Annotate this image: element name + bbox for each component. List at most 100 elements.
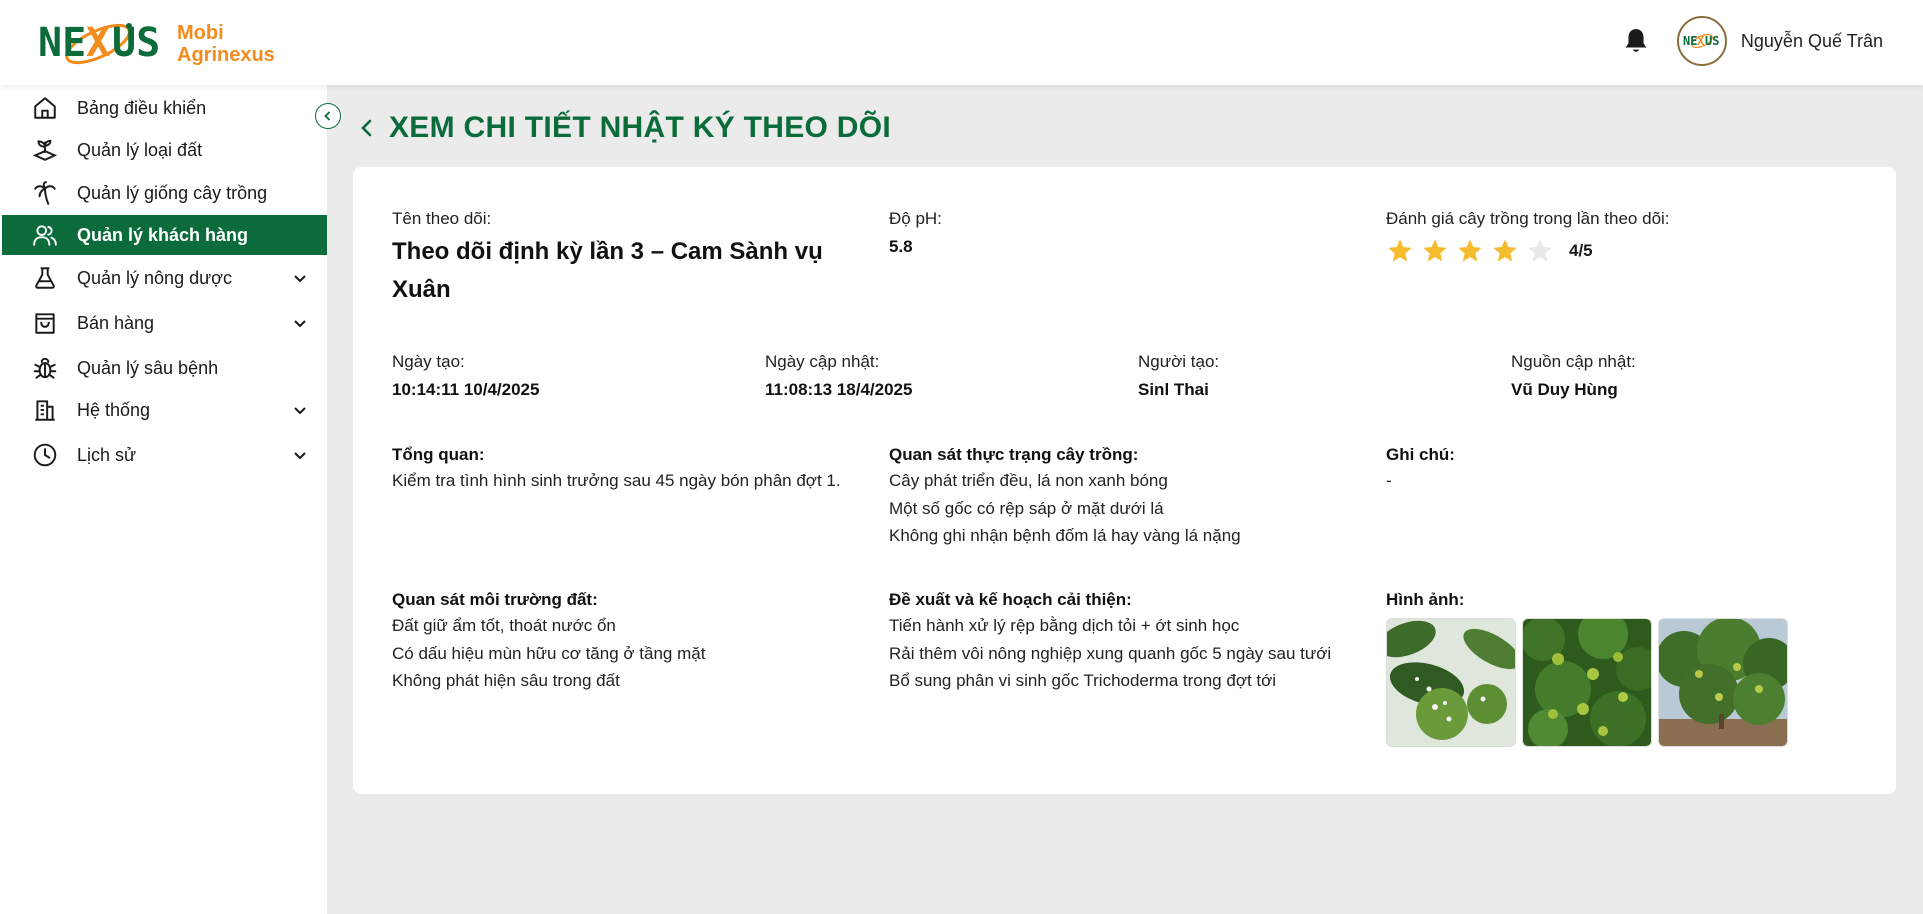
note-line: -: [1386, 471, 1392, 490]
page-title: XEM CHI TIẾT NHẬT KÝ THEO DÕI: [389, 111, 892, 144]
sidebar-item-label: Bán hàng: [77, 312, 155, 333]
chevron-down-icon: [294, 452, 306, 460]
palm-tree-icon: [34, 181, 56, 205]
overview-title: Tổng quan:: [392, 445, 485, 464]
soil-observation-line: Đất giữ ẩm tốt, thoát nước ổn: [392, 616, 616, 635]
improvement-plan-title: Đề xuất và kế hoạch cải thiện:: [889, 590, 1132, 609]
page-header: XEM CHI TIẾT NHẬT KÝ THEO DÕI: [357, 111, 891, 145]
sidebar-item-label: Hệ thống: [77, 399, 151, 420]
sidebar-item-label: Quản lý khách hàng: [77, 224, 249, 245]
users-icon: [33, 225, 57, 246]
sidebar-item-label: Quản lý nông dược: [77, 267, 232, 288]
creator-label: Người tạo:: [1138, 352, 1220, 371]
chevron-left-icon: [324, 111, 331, 121]
sidebar-item-system[interactable]: Hệ thống: [2, 390, 327, 430]
updater-field: Nguồn cập nhật: Vũ Duy Hùng: [1511, 350, 1636, 402]
soil-observation-line: Không phát hiện sâu trong đất: [392, 671, 620, 690]
created-date-value: 10:14:11 10/4/2025: [392, 380, 540, 399]
overview-section: Tổng quan: Kiểm tra tình hình sinh trưởn…: [392, 443, 872, 495]
creator-field: Người tạo: Sinl Thai: [1138, 350, 1219, 402]
back-arrow-icon[interactable]: [357, 118, 377, 138]
chevron-down-icon: [294, 320, 306, 328]
chevron-down-icon: [294, 407, 306, 415]
sidebar-item-sales[interactable]: Bán hàng: [2, 303, 327, 343]
crop-photo-thumbnail[interactable]: [1658, 618, 1788, 747]
note-title: Ghi chú:: [1386, 445, 1455, 464]
sidebar-item-customers[interactable]: Quản lý khách hàng: [2, 215, 327, 255]
bug-icon: [33, 357, 57, 379]
sidebar-item-label: Quản lý sâu bệnh: [77, 357, 219, 378]
crop-observation-line: Không ghi nhận bệnh đốm lá hay vàng lá n…: [889, 526, 1241, 545]
star-filled-icon: [1493, 239, 1517, 262]
star-filled-icon: [1423, 239, 1447, 262]
improvement-plan-line: Bổ sung phân vi sinh gốc Trichoderma tro…: [889, 671, 1277, 690]
updater-label: Nguồn cập nhật:: [1511, 352, 1636, 371]
ph-label: Độ pH:: [889, 209, 942, 228]
header-user-area: NE X US Nguyễn Quế Trân: [1623, 16, 1883, 66]
brand-name: Mobi Agrinexus: [177, 22, 275, 66]
sidebar-item-history[interactable]: Lịch sử: [2, 435, 327, 475]
sidebar-item-label: Quản lý loại đất: [77, 139, 203, 160]
crop-observation-line: Cây phát triển đều, lá non xanh bóng: [889, 471, 1168, 490]
overview-line: Kiểm tra tình hình sinh trưởng sau 45 ng…: [392, 471, 841, 490]
building-icon: [35, 400, 55, 421]
brand-name-line1: Mobi: [177, 22, 224, 44]
images-section: Hình ảnh:: [1386, 588, 1806, 747]
rating-field: Đánh giá cây trồng trong lần theo dõi: 4…: [1386, 207, 1670, 265]
svg-text:X: X: [1697, 34, 1705, 48]
crop-photo-thumbnail[interactable]: [1522, 618, 1652, 747]
detail-card: Tên theo dõi: Theo dõi định kỳ lần 3 – C…: [353, 167, 1896, 794]
updated-date-value: 11:08:13 18/4/2025: [765, 380, 913, 399]
soil-observation-line: Có dấu hiệu mùn hữu cơ tăng ở tầng mặt: [392, 643, 706, 663]
improvement-plan-line: Tiến hành xử lý rệp bằng dịch tỏi + ớt s…: [889, 616, 1240, 635]
nexus-logo-icon: NE X US: [38, 20, 160, 66]
sidebar-item-pesticides[interactable]: Quản lý nông dược: [2, 258, 327, 298]
avatar[interactable]: NE X US: [1676, 16, 1727, 66]
creator-value: Sinl Thai: [1138, 380, 1209, 399]
updater-value: Vũ Duy Hùng: [1511, 380, 1618, 399]
crop-observation-line: Một số gốc có rệp sáp ở mặt dưới lá: [889, 498, 1164, 518]
svg-text:X: X: [86, 20, 110, 66]
note-section: Ghi chú: -: [1386, 443, 1806, 495]
sidebar-item-label: Quản lý giống cây trồng: [77, 182, 268, 203]
brand-logo[interactable]: NE X US Mobi Agrinexus: [36, 14, 275, 74]
bell-icon[interactable]: [1623, 27, 1649, 55]
rating-value: 4/5: [1569, 241, 1593, 260]
tracking-name-label: Tên theo dõi:: [392, 209, 492, 228]
chevron-down-icon: [294, 275, 306, 283]
shopping-bag-icon: [35, 313, 55, 334]
tracking-name-field: Tên theo dõi: Theo dõi định kỳ lần 3 – C…: [392, 207, 862, 309]
sidebar-item-crop-varieties[interactable]: Quản lý giống cây trồng: [2, 173, 327, 213]
flask-icon: [35, 267, 55, 289]
tracking-name-value: Theo dõi định kỳ lần 3 – Cam Sành vụ Xuâ…: [392, 238, 823, 303]
svg-text:NE: NE: [1683, 34, 1697, 48]
user-name[interactable]: Nguyễn Quế Trân: [1741, 31, 1883, 52]
crop-photo-thumbnail[interactable]: [1386, 618, 1516, 747]
star-empty-icon: [1528, 239, 1552, 262]
avatar-logo-icon: NE X US: [1683, 33, 1719, 49]
citrus-leaves-photo: [1387, 619, 1515, 746]
sidebar-item-dashboard[interactable]: Bảng điều khiển: [2, 88, 327, 128]
sidebar-item-pests[interactable]: Quản lý sâu bệnh: [2, 348, 327, 388]
updated-date-field: Ngày cập nhật: 11:08:13 18/4/2025: [765, 350, 912, 402]
images-title: Hình ảnh:: [1386, 590, 1465, 609]
svg-text:US: US: [112, 20, 160, 66]
citrus-tree-photo: [1523, 619, 1651, 746]
svg-text:NE: NE: [38, 20, 86, 66]
soil-icon: [32, 139, 58, 161]
created-date-label: Ngày tạo:: [392, 352, 465, 371]
soil-observation-section: Quan sát môi trường đất: Đất giữ ẩm tốt,…: [392, 588, 872, 695]
improvement-plan-line: Rải thêm vôi nông nghiệp xung quanh gốc …: [889, 643, 1332, 663]
created-date-field: Ngày tạo: 10:14:11 10/4/2025: [392, 350, 539, 402]
sidebar-collapse-button[interactable]: [315, 103, 341, 129]
updated-date-label: Ngày cập nhật:: [765, 352, 880, 371]
svg-text:US: US: [1705, 34, 1719, 48]
crop-observation-section: Quan sát thực trạng cây trồng: Cây phát …: [889, 443, 1369, 550]
sidebar-item-soil-types[interactable]: Quản lý loại đất: [2, 130, 327, 170]
crop-observation-title: Quan sát thực trạng cây trồng:: [889, 445, 1139, 464]
sidebar-item-label: Bảng điều khiển: [77, 97, 207, 118]
soil-observation-title: Quan sát môi trường đất:: [392, 590, 598, 609]
top-header: NE X US Mobi Agrinexus NE X US Nguyễn Qu…: [0, 0, 1923, 85]
main-content: XEM CHI TIẾT NHẬT KÝ THEO DÕI Tên theo d…: [327, 85, 1923, 914]
rating-label: Đánh giá cây trồng trong lần theo dõi:: [1386, 209, 1670, 228]
